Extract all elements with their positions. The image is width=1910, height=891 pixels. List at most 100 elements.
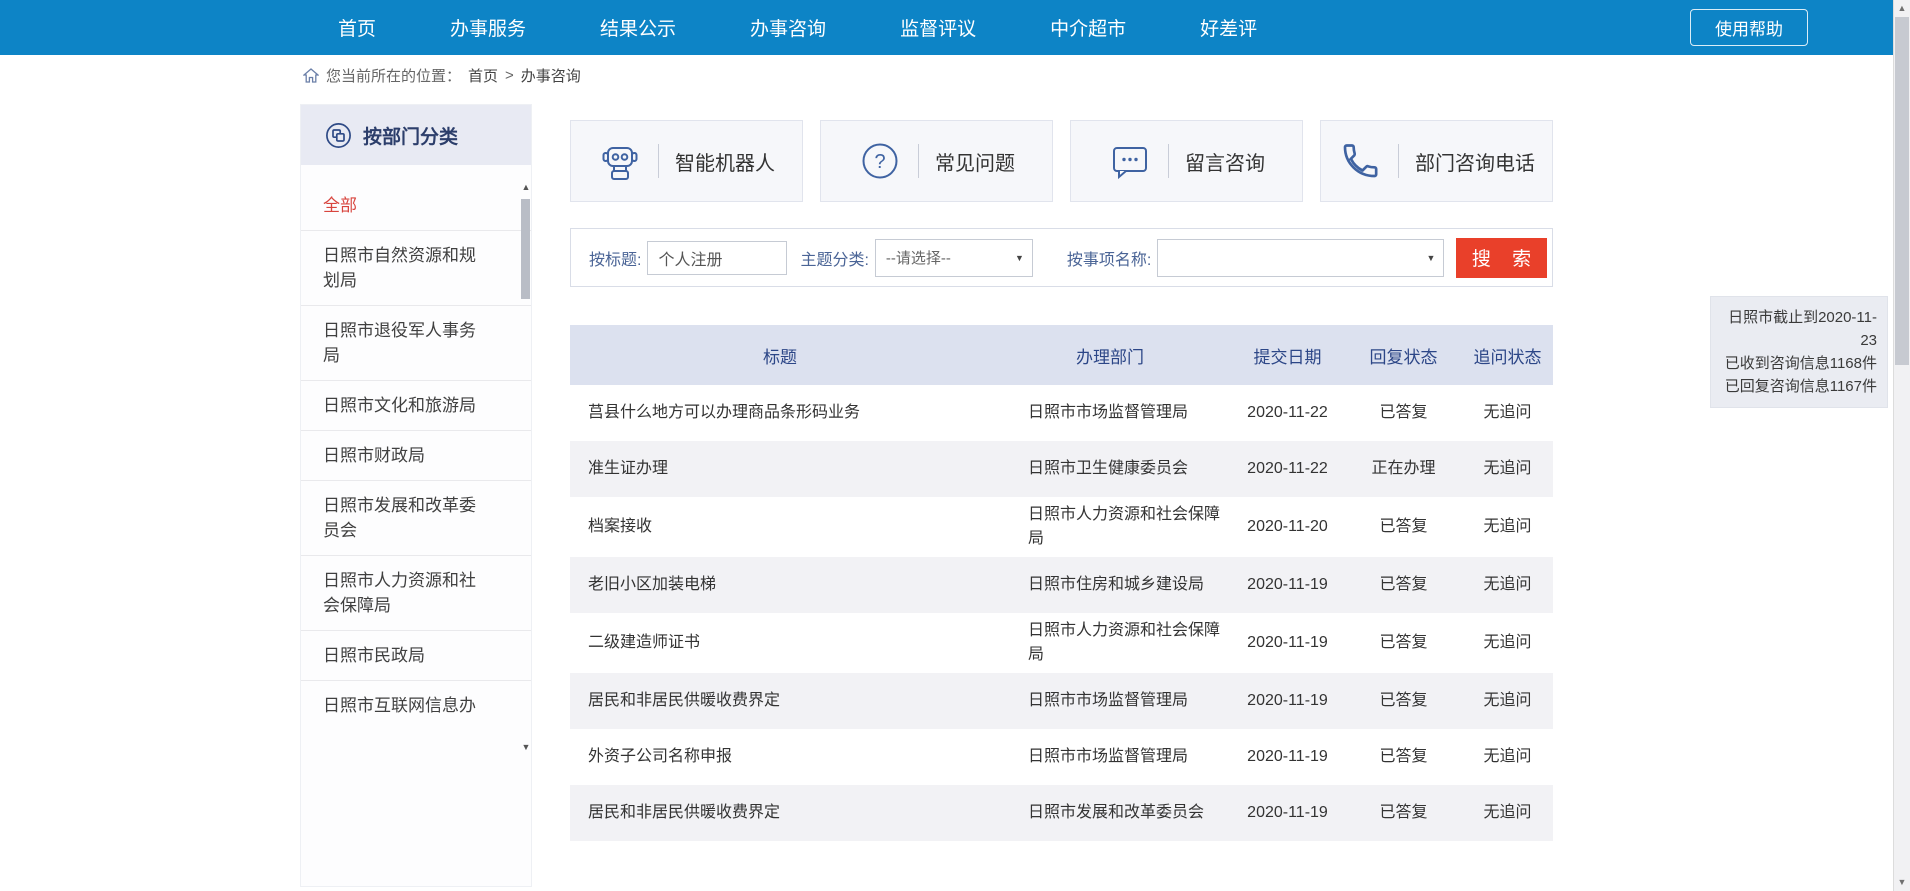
tab-faq[interactable]: ? 常见问题 xyxy=(820,120,1053,202)
item-name-select[interactable]: ▼ xyxy=(1157,239,1444,277)
sidebar-item[interactable]: 日照市退役军人事务局 xyxy=(301,305,531,380)
row-title-link[interactable]: 外资子公司名称申报 xyxy=(570,745,990,769)
sidebar-scrollbar[interactable]: ▲ ▼ xyxy=(520,181,532,753)
tab-message-consult[interactable]: 留言咨询 xyxy=(1070,120,1303,202)
breadcrumb-prefix: 您当前所在的位置： xyxy=(326,65,461,86)
consultation-table: 标题 办理部门 提交日期 回复状态 追问状态 莒县什么地方可以办理商品条形码业务… xyxy=(570,325,1553,841)
table-row[interactable]: 准生证办理 日照市卫生健康委员会 2020-11-22 正在办理 无追问 xyxy=(570,441,1553,497)
row-department: 日照市市场监督管理局 xyxy=(990,401,1230,425)
stats-line-3: 已回复咨询信息1167件 xyxy=(1721,375,1877,398)
row-follow-status: 无追问 xyxy=(1462,401,1553,425)
row-follow-status: 无追问 xyxy=(1462,801,1553,825)
row-department: 日照市卫生健康委员会 xyxy=(990,457,1230,481)
robot-icon xyxy=(598,139,642,183)
category-select[interactable]: --请选择-- ▼ xyxy=(875,239,1033,277)
tab-label: 常见问题 xyxy=(935,147,1015,176)
divider xyxy=(918,144,919,178)
breadcrumb-current: 办事咨询 xyxy=(521,65,581,86)
scroll-down-icon[interactable]: ▼ xyxy=(1894,874,1910,891)
row-follow-status: 无追问 xyxy=(1462,631,1553,655)
row-reply-status: 已答复 xyxy=(1345,689,1462,713)
row-title-link[interactable]: 居民和非居民供暖收费界定 xyxy=(570,689,990,713)
consultation-stats-box: 日照市截止到2020-11-23 已收到咨询信息1168件 已回复咨询信息116… xyxy=(1710,296,1888,408)
row-date: 2020-11-19 xyxy=(1230,801,1345,825)
stats-line-2: 已收到咨询信息1168件 xyxy=(1721,352,1877,375)
nav-item[interactable]: 中介超市 xyxy=(1050,14,1126,41)
tab-label: 部门咨询电话 xyxy=(1415,147,1535,176)
nav-item[interactable]: 首页 xyxy=(338,14,376,41)
table-row[interactable]: 居民和非居民供暖收费界定 日照市市场监督管理局 2020-11-19 已答复 无… xyxy=(570,673,1553,729)
sidebar-item[interactable]: 日照市互联网信息办 xyxy=(301,680,531,730)
row-title-link[interactable]: 老旧小区加装电梯 xyxy=(570,573,990,597)
search-button[interactable]: 搜 索 xyxy=(1456,238,1547,278)
row-title-link[interactable]: 莒县什么地方可以办理商品条形码业务 xyxy=(570,401,990,425)
row-title-link[interactable]: 二级建造师证书 xyxy=(570,631,990,655)
scroll-up-icon[interactable]: ▲ xyxy=(1894,0,1910,17)
main-content: 智能机器人 ? 常见问题 xyxy=(570,120,1553,841)
sidebar-item[interactable]: 日照市财政局 xyxy=(301,430,531,480)
message-icon xyxy=(1108,139,1152,183)
nav-item[interactable]: 好差评 xyxy=(1200,14,1257,41)
row-reply-status: 正在办理 xyxy=(1345,457,1462,481)
row-date: 2020-11-19 xyxy=(1230,573,1345,597)
page-scrollbar[interactable]: ▲ ▼ xyxy=(1893,0,1910,891)
scroll-up-icon[interactable]: ▲ xyxy=(520,181,532,193)
scroll-down-icon[interactable]: ▼ xyxy=(520,741,532,753)
sidebar-item[interactable]: 全部 xyxy=(301,181,531,230)
row-follow-status: 无追问 xyxy=(1462,745,1553,769)
table-header: 标题 办理部门 提交日期 回复状态 追问状态 xyxy=(570,325,1553,385)
breadcrumb-home-link[interactable]: 首页 xyxy=(468,65,498,86)
row-title-link[interactable]: 居民和非居民供暖收费界定 xyxy=(570,801,990,825)
sidebar-scroll-thumb[interactable] xyxy=(521,199,530,299)
category-select-value: --请选择-- xyxy=(886,247,951,268)
row-reply-status: 已答复 xyxy=(1345,401,1462,425)
tab-label: 留言咨询 xyxy=(1185,147,1265,176)
table-row[interactable]: 外资子公司名称申报 日照市市场监督管理局 2020-11-19 已答复 无追问 xyxy=(570,729,1553,785)
table-row[interactable]: 档案接收 日照市人力资源和社会保障局 2020-11-20 已答复 无追问 xyxy=(570,497,1553,557)
table-row[interactable]: 二级建造师证书 日照市人力资源和社会保障局 2020-11-19 已答复 无追问 xyxy=(570,613,1553,673)
row-date: 2020-11-19 xyxy=(1230,745,1345,769)
row-date: 2020-11-19 xyxy=(1230,689,1345,713)
sidebar-item[interactable]: 日照市民政局 xyxy=(301,630,531,680)
page-scroll-thumb[interactable] xyxy=(1895,17,1909,365)
sidebar-list: 全部 日照市自然资源和规划局 日照市退役军人事务局 日照市文化和旅游局 日照市财… xyxy=(301,165,531,730)
row-follow-status: 无追问 xyxy=(1462,457,1553,481)
row-date: 2020-11-22 xyxy=(1230,401,1345,425)
sidebar-item[interactable]: 日照市发展和改革委员会 xyxy=(301,480,531,555)
row-follow-status: 无追问 xyxy=(1462,573,1553,597)
row-date: 2020-11-20 xyxy=(1230,515,1345,539)
row-department: 日照市住房和城乡建设局 xyxy=(990,573,1230,597)
sidebar-department-filter: 按部门分类 全部 日照市自然资源和规划局 日照市退役军人事务局 日照市文化和旅游… xyxy=(300,104,532,887)
nav-item[interactable]: 办事服务 xyxy=(450,14,526,41)
nav-list: 首页 办事服务 结果公示 办事咨询 监督评议 中介超市 好差评 xyxy=(338,0,1257,55)
help-button[interactable]: 使用帮助 xyxy=(1690,9,1808,46)
header-follow-status: 追问状态 xyxy=(1462,343,1553,368)
sidebar-item[interactable]: 日照市人力资源和社会保障局 xyxy=(301,555,531,630)
sidebar-title: 按部门分类 xyxy=(363,122,458,149)
tab-phone-consult[interactable]: 部门咨询电话 xyxy=(1320,120,1553,202)
row-department: 日照市发展和改革委员会 xyxy=(990,801,1230,825)
sidebar-item[interactable]: 日照市自然资源和规划局 xyxy=(301,230,531,305)
row-title-link[interactable]: 准生证办理 xyxy=(570,457,990,481)
nav-item[interactable]: 办事咨询 xyxy=(750,14,826,41)
nav-item[interactable]: 结果公示 xyxy=(600,14,676,41)
tab-smart-robot[interactable]: 智能机器人 xyxy=(570,120,803,202)
top-nav: 首页 办事服务 结果公示 办事咨询 监督评议 中介超市 好差评 使用帮助 xyxy=(0,0,1910,55)
header-title: 标题 xyxy=(570,343,990,368)
row-title-link[interactable]: 档案接收 xyxy=(570,515,990,539)
nav-item[interactable]: 监督评议 xyxy=(900,14,976,41)
table-row[interactable]: 居民和非居民供暖收费界定 日照市发展和改革委员会 2020-11-19 已答复 … xyxy=(570,785,1553,841)
row-date: 2020-11-19 xyxy=(1230,631,1345,655)
home-icon xyxy=(303,68,319,83)
row-reply-status: 已答复 xyxy=(1345,745,1462,769)
chevron-down-icon: ▼ xyxy=(1426,253,1435,263)
chevron-down-icon: ▼ xyxy=(1015,253,1024,263)
sidebar-item[interactable]: 日照市文化和旅游局 xyxy=(301,380,531,430)
row-department: 日照市人力资源和社会保障局 xyxy=(990,503,1230,551)
row-follow-status: 无追问 xyxy=(1462,515,1553,539)
row-date: 2020-11-22 xyxy=(1230,457,1345,481)
table-row[interactable]: 莒县什么地方可以办理商品条形码业务 日照市市场监督管理局 2020-11-22 … xyxy=(570,385,1553,441)
row-reply-status: 已答复 xyxy=(1345,801,1462,825)
title-search-input[interactable] xyxy=(647,241,787,275)
table-row[interactable]: 老旧小区加装电梯 日照市住房和城乡建设局 2020-11-19 已答复 无追问 xyxy=(570,557,1553,613)
